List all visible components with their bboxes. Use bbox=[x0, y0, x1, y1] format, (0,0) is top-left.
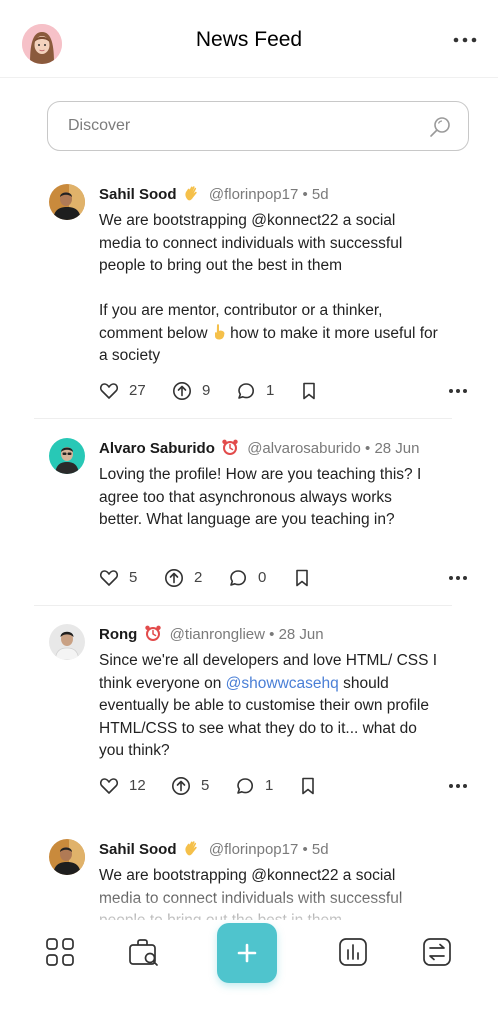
search-icon[interactable] bbox=[428, 115, 452, 139]
post-time: 28 Jun bbox=[374, 440, 420, 457]
author-name[interactable]: Sahil Sood bbox=[99, 841, 177, 858]
heart-icon bbox=[99, 570, 119, 586]
feed-post[interactable]: Alvaro Saburido @alvarosaburido • 28 Jun… bbox=[34, 438, 467, 590]
search-placeholder: Discover bbox=[68, 117, 131, 134]
stats-chart-icon[interactable] bbox=[337, 936, 369, 968]
post-divider bbox=[34, 605, 452, 606]
post-actions: 27 9 1 bbox=[99, 379, 467, 403]
alarm-clock-icon bbox=[221, 438, 239, 456]
comment-button[interactable]: 1 bbox=[236, 379, 274, 403]
alarm-clock-icon bbox=[144, 624, 162, 642]
post-more-icon[interactable] bbox=[447, 570, 469, 586]
comment-button[interactable]: 0 bbox=[228, 566, 266, 590]
heart-icon bbox=[99, 778, 119, 794]
post-actions: 12 5 1 bbox=[99, 774, 467, 798]
post-text: Since we're all developers and love HTML… bbox=[99, 650, 439, 763]
separator-dot: • bbox=[302, 841, 308, 858]
author-avatar[interactable] bbox=[49, 184, 85, 220]
upvote-count: 2 bbox=[194, 569, 203, 586]
author-handle[interactable]: @florinpop17 bbox=[209, 841, 298, 858]
search-input[interactable]: Discover bbox=[47, 101, 469, 151]
dashboard-grid-icon[interactable] bbox=[44, 936, 76, 968]
post-header: Sahil Sood @florinpop17 • 5d bbox=[99, 184, 329, 208]
post-time: 5d bbox=[311, 186, 329, 203]
post-text: If you are mentor, contributor or a thin… bbox=[99, 300, 439, 368]
post-more-icon[interactable] bbox=[447, 383, 469, 399]
bookmark-icon bbox=[296, 569, 308, 587]
post-time: 28 Jun bbox=[278, 626, 324, 643]
bookmark-icon bbox=[302, 777, 314, 795]
post-actions: 5 2 0 bbox=[99, 566, 467, 590]
bookmark-icon bbox=[303, 382, 315, 400]
post-divider bbox=[34, 418, 452, 419]
comment-count: 0 bbox=[258, 569, 267, 586]
comment-count: 1 bbox=[265, 777, 274, 794]
app-header: News Feed bbox=[0, 0, 498, 78]
job-search-icon[interactable] bbox=[128, 936, 160, 968]
post-header: Sahil Sood @florinpop17 • 5d bbox=[99, 839, 329, 863]
bookmark-button[interactable] bbox=[298, 774, 328, 798]
upvote-button[interactable]: 2 bbox=[164, 566, 202, 590]
upvote-icon bbox=[165, 569, 183, 587]
upvote-count: 9 bbox=[202, 382, 211, 399]
heart-icon bbox=[99, 383, 119, 399]
post-text: Loving the profile! How are you teaching… bbox=[99, 466, 422, 528]
plus-icon bbox=[237, 943, 257, 963]
pointing-down-icon bbox=[212, 323, 226, 340]
add-post-button[interactable] bbox=[217, 923, 277, 983]
comment-count: 1 bbox=[266, 382, 275, 399]
author-handle[interactable]: @alvarosaburido bbox=[247, 440, 361, 457]
upvote-icon bbox=[173, 382, 191, 400]
author-handle[interactable]: @tianrongliew bbox=[170, 626, 265, 643]
waving-hand-icon bbox=[183, 184, 201, 202]
post-body: Loving the profile! How are you teaching… bbox=[99, 464, 439, 532]
author-name[interactable]: Sahil Sood bbox=[99, 186, 177, 203]
page-title: News Feed bbox=[195, 28, 303, 51]
post-body: Since we're all developers and love HTML… bbox=[99, 650, 439, 763]
separator-dot: • bbox=[269, 626, 275, 643]
feed-post[interactable]: Sahil Sood @florinpop17 • 5d We are boot… bbox=[34, 184, 467, 403]
swap-arrows-icon[interactable] bbox=[421, 936, 453, 968]
feed-post[interactable]: Rong @tianrongliew • 28 Jun Since we're … bbox=[34, 624, 467, 804]
separator-dot: • bbox=[302, 186, 308, 203]
comment-icon bbox=[238, 383, 254, 399]
more-options-icon[interactable] bbox=[450, 30, 480, 50]
like-count: 5 bbox=[129, 569, 138, 586]
author-avatar[interactable] bbox=[49, 438, 85, 474]
post-more-icon[interactable] bbox=[447, 778, 469, 794]
bookmark-button[interactable] bbox=[299, 379, 329, 403]
separator-dot: • bbox=[365, 440, 371, 457]
like-button[interactable]: 27 bbox=[99, 379, 146, 403]
author-name[interactable]: Rong bbox=[99, 626, 137, 643]
like-button[interactable]: 12 bbox=[99, 774, 146, 798]
upvote-button[interactable]: 9 bbox=[172, 379, 210, 403]
upvote-button[interactable]: 5 bbox=[171, 774, 209, 798]
post-header: Alvaro Saburido @alvarosaburido • 28 Jun bbox=[99, 438, 419, 462]
bookmark-button[interactable] bbox=[292, 566, 322, 590]
bottom-navigation bbox=[0, 920, 498, 1022]
like-count: 12 bbox=[129, 777, 146, 794]
post-time: 5d bbox=[311, 841, 329, 858]
like-button[interactable]: 5 bbox=[99, 566, 137, 590]
post-body: We are bootstrapping @konnect22 a social… bbox=[99, 210, 439, 368]
like-count: 27 bbox=[129, 382, 146, 399]
comment-button[interactable]: 1 bbox=[235, 774, 273, 798]
comment-icon bbox=[230, 570, 246, 586]
author-avatar[interactable] bbox=[49, 624, 85, 660]
comment-icon bbox=[237, 778, 253, 794]
post-text: We are bootstrapping @konnect22 a social… bbox=[99, 212, 403, 274]
post-header: Rong @tianrongliew • 28 Jun bbox=[99, 624, 324, 648]
mention-link[interactable]: @showwcasehq bbox=[226, 675, 339, 692]
author-avatar[interactable] bbox=[49, 839, 85, 875]
upvote-icon bbox=[172, 777, 190, 795]
author-name[interactable]: Alvaro Saburido bbox=[99, 440, 215, 457]
author-handle[interactable]: @florinpop17 bbox=[209, 186, 298, 203]
waving-hand-icon bbox=[183, 839, 201, 857]
upvote-count: 5 bbox=[201, 777, 210, 794]
